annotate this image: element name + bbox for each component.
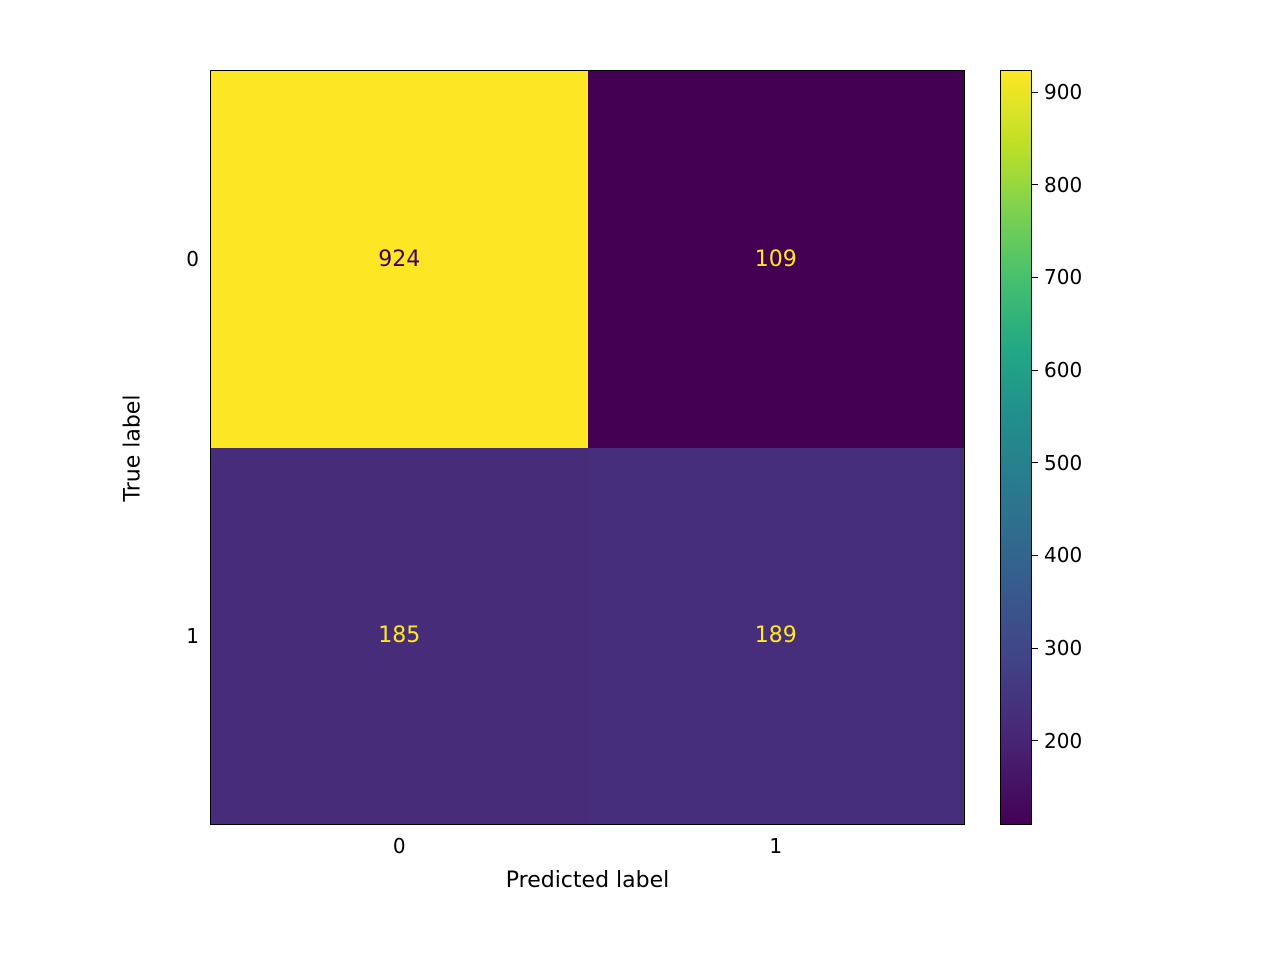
x-tick-0: 0	[393, 834, 406, 858]
figure: 924 109 185 189 0 1 0 1 True label Predi…	[0, 0, 1280, 960]
heatmap-cell-1-0: 185	[211, 448, 588, 825]
colorbar-tick-label: 300	[1044, 636, 1082, 660]
colorbar-tick: 600	[1032, 358, 1082, 382]
colorbar-tick-label: 500	[1044, 451, 1082, 475]
colorbar-tick-label: 900	[1044, 80, 1082, 104]
y-tick-1: 1	[186, 624, 199, 648]
colorbar-tick: 300	[1032, 636, 1082, 660]
x-tick-1: 1	[769, 834, 782, 858]
y-tick-0: 0	[186, 247, 199, 271]
colorbar: 200 300 400 500 600 700 800 900	[1000, 70, 1032, 825]
colorbar-tick-label: 800	[1044, 173, 1082, 197]
heatmap-cell-1-1: 189	[588, 448, 965, 825]
colorbar-tick: 200	[1032, 729, 1082, 753]
cell-value: 109	[755, 247, 797, 272]
x-axis-label: Predicted label	[506, 868, 669, 893]
colorbar-tick: 500	[1032, 451, 1082, 475]
colorbar-gradient	[1000, 70, 1032, 825]
confusion-matrix-heatmap: 924 109 185 189	[211, 71, 964, 824]
colorbar-tick: 700	[1032, 265, 1082, 289]
colorbar-tick: 400	[1032, 543, 1082, 567]
cell-value: 189	[755, 623, 797, 648]
cell-value: 185	[378, 623, 420, 648]
colorbar-tick: 800	[1032, 173, 1082, 197]
heatmap-cell-0-1: 109	[588, 71, 965, 448]
heatmap-cell-0-0: 924	[211, 71, 588, 448]
colorbar-tick-label: 600	[1044, 358, 1082, 382]
colorbar-tick-label: 700	[1044, 265, 1082, 289]
heatmap-axes: 924 109 185 189 0 1 0 1 True label Predi…	[210, 70, 965, 825]
cell-value: 924	[378, 247, 420, 272]
colorbar-tick: 900	[1032, 80, 1082, 104]
colorbar-tick-label: 200	[1044, 729, 1082, 753]
y-axis-label: True label	[121, 394, 146, 501]
colorbar-tick-label: 400	[1044, 543, 1082, 567]
